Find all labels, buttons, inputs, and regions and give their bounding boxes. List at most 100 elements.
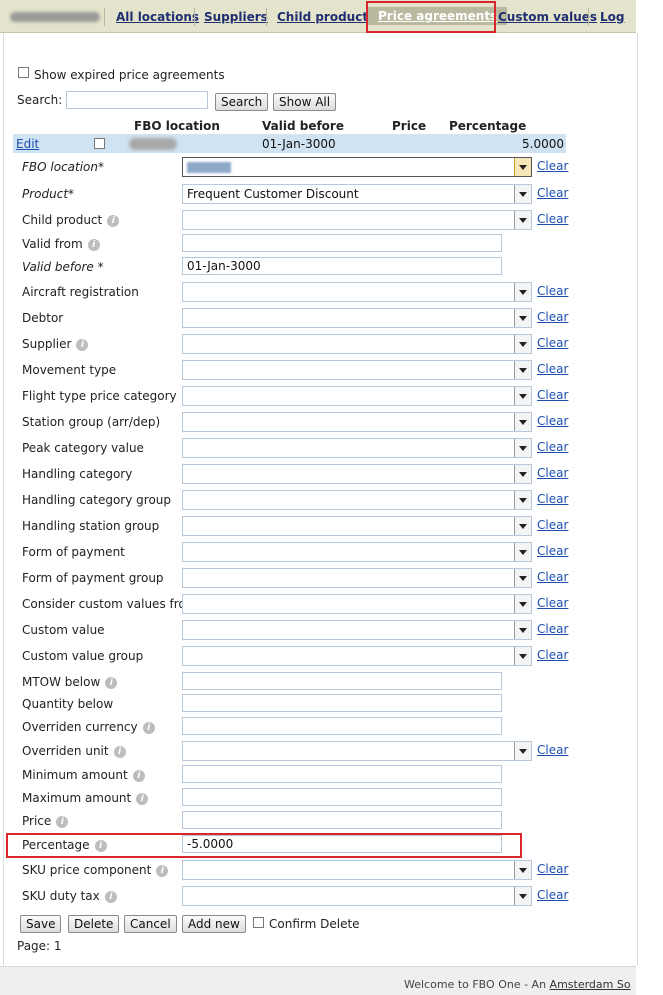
clear-link[interactable]: Clear <box>537 596 568 610</box>
clear-link[interactable]: Clear <box>537 440 568 454</box>
info-icon[interactable]: i <box>87 239 100 251</box>
station-group-arr-dep-select[interactable] <box>182 412 532 432</box>
debtor-select[interactable] <box>182 308 532 328</box>
chevron-down-icon[interactable] <box>514 465 531 483</box>
chevron-down-icon[interactable] <box>514 283 531 301</box>
form-of-payment-select[interactable] <box>182 542 532 562</box>
maximum-amount-input[interactable] <box>182 788 502 806</box>
tab-suppliers[interactable]: Suppliers <box>204 10 268 24</box>
chevron-down-icon[interactable] <box>514 211 531 229</box>
handling-category-select[interactable] <box>182 464 532 484</box>
info-icon[interactable]: i <box>113 746 126 758</box>
confirm-delete-checkbox[interactable] <box>253 917 264 928</box>
chevron-down-icon[interactable] <box>514 742 531 760</box>
sku-duty-tax-select[interactable] <box>182 886 532 906</box>
info-icon[interactable]: i <box>156 865 169 877</box>
chevron-down-icon[interactable] <box>514 887 531 905</box>
chevron-down-icon[interactable] <box>514 491 531 509</box>
tab-custom-values[interactable]: Custom values <box>498 10 597 24</box>
chevron-down-icon[interactable] <box>514 158 531 176</box>
child-product-select[interactable] <box>182 210 532 230</box>
chevron-down-icon[interactable] <box>514 621 531 639</box>
info-icon[interactable]: i <box>132 770 145 782</box>
valid-before-input[interactable]: 01-Jan-3000 <box>182 257 502 275</box>
clear-link[interactable]: Clear <box>537 648 568 662</box>
clear-link[interactable]: Clear <box>537 336 568 350</box>
aircraft-registration-select[interactable] <box>182 282 532 302</box>
mtow-below-input[interactable] <box>182 672 502 690</box>
clear-link[interactable]: Clear <box>537 212 568 226</box>
product-select[interactable]: Frequent Customer Discount <box>182 184 532 204</box>
chevron-down-icon[interactable] <box>514 387 531 405</box>
minimum-amount-input[interactable] <box>182 765 502 783</box>
movement-type-select[interactable] <box>182 360 532 380</box>
overriden-unit-select[interactable] <box>182 741 532 761</box>
info-icon[interactable]: i <box>76 339 89 351</box>
info-icon[interactable]: i <box>142 722 155 734</box>
tab-log[interactable]: Log <box>600 10 624 24</box>
tab-child-products[interactable]: Child products <box>277 10 375 24</box>
chevron-down-icon[interactable] <box>514 543 531 561</box>
chevron-down-icon[interactable] <box>514 413 531 431</box>
chevron-down-icon[interactable] <box>514 647 531 665</box>
supplier-select[interactable] <box>182 334 532 354</box>
clear-link[interactable]: Clear <box>537 743 568 757</box>
tab-all-locations[interactable]: All locations <box>116 10 199 24</box>
quantity-below-input[interactable] <box>182 694 502 712</box>
info-icon[interactable]: i <box>136 793 149 805</box>
delete-button[interactable]: Delete <box>68 915 120 933</box>
chevron-down-icon[interactable] <box>514 185 531 203</box>
info-icon[interactable]: i <box>104 891 117 903</box>
info-icon[interactable]: i <box>107 215 120 227</box>
chevron-down-icon[interactable] <box>514 595 531 613</box>
footer-link[interactable]: Amsterdam So <box>550 978 631 991</box>
search-button[interactable]: Search <box>215 93 269 111</box>
custom-value-select[interactable] <box>182 620 532 640</box>
clear-link[interactable]: Clear <box>537 414 568 428</box>
clear-link[interactable]: Clear <box>537 544 568 558</box>
table-row[interactable]: Edit 01-Jan-3000 5.0000 <box>13 134 566 153</box>
add-new-button[interactable]: Add new <box>182 915 246 933</box>
chevron-down-icon[interactable] <box>514 309 531 327</box>
clear-link[interactable]: Clear <box>537 388 568 402</box>
flight-type-price-category-select[interactable] <box>182 386 532 406</box>
info-icon[interactable]: i <box>56 816 69 828</box>
clear-link[interactable]: Clear <box>537 888 568 902</box>
show-expired-checkbox[interactable] <box>18 67 29 78</box>
save-button[interactable]: Save <box>20 915 62 933</box>
clear-link[interactable]: Clear <box>537 518 568 532</box>
consider-custom-values-from-select[interactable] <box>182 594 532 614</box>
handling-category-group-select[interactable] <box>182 490 532 510</box>
form-of-payment-group-select[interactable] <box>182 568 532 588</box>
clear-link[interactable]: Clear <box>537 570 568 584</box>
custom-value-group-select[interactable] <box>182 646 532 666</box>
clear-link[interactable]: Clear <box>537 362 568 376</box>
peak-category-value-select[interactable] <box>182 438 532 458</box>
chevron-down-icon[interactable] <box>514 517 531 535</box>
cancel-button[interactable]: Cancel <box>124 915 177 933</box>
clear-link[interactable]: Clear <box>537 310 568 324</box>
row-checkbox[interactable] <box>94 138 105 149</box>
clear-link[interactable]: Clear <box>537 466 568 480</box>
clear-link[interactable]: Clear <box>537 159 568 173</box>
chevron-down-icon[interactable] <box>514 861 531 879</box>
search-input[interactable] <box>66 91 208 109</box>
chevron-down-icon[interactable] <box>514 569 531 587</box>
valid-from-input[interactable] <box>182 234 502 252</box>
chevron-down-icon[interactable] <box>514 439 531 457</box>
clear-link[interactable]: Clear <box>537 284 568 298</box>
price-input[interactable] <box>182 811 502 829</box>
clear-link[interactable]: Clear <box>537 186 568 200</box>
clear-link[interactable]: Clear <box>537 492 568 506</box>
sku-price-component-select[interactable] <box>182 860 532 880</box>
fbo-location-select[interactable] <box>182 157 532 177</box>
info-icon[interactable]: i <box>105 677 118 689</box>
clear-link[interactable]: Clear <box>537 622 568 636</box>
chevron-down-icon[interactable] <box>514 335 531 353</box>
show-all-button[interactable]: Show All <box>273 93 337 111</box>
chevron-down-icon[interactable] <box>514 361 531 379</box>
handling-station-group-select[interactable] <box>182 516 532 536</box>
overriden-currency-input[interactable] <box>182 717 502 735</box>
clear-link[interactable]: Clear <box>537 862 568 876</box>
edit-link[interactable]: Edit <box>16 137 39 151</box>
